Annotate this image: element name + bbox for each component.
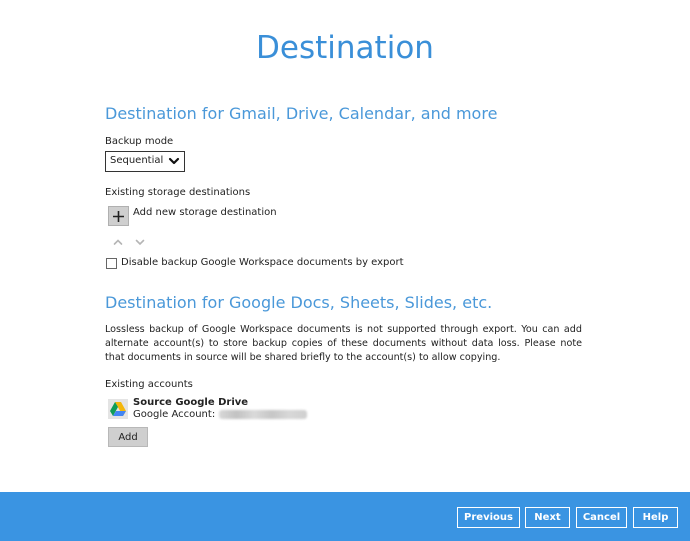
backup-mode-value: Sequential bbox=[110, 155, 164, 166]
google-drive-icon bbox=[108, 399, 128, 419]
next-button[interactable]: Next bbox=[525, 507, 570, 528]
account-prefix: Google Account: bbox=[133, 409, 216, 420]
page-title: Destination bbox=[256, 30, 434, 66]
chevron-down-icon bbox=[168, 157, 180, 165]
redacted-email bbox=[219, 409, 308, 419]
docs-description: Lossless backup of Google Workspace docu… bbox=[105, 324, 582, 363]
existing-accounts-label: Existing accounts bbox=[105, 379, 193, 390]
account-name: Source Google Drive bbox=[133, 397, 249, 408]
disable-export-checkbox[interactable] bbox=[106, 258, 117, 269]
backup-mode-label: Backup mode bbox=[105, 136, 174, 147]
cancel-button[interactable]: Cancel bbox=[576, 507, 627, 528]
account-detail: Google Account: bbox=[133, 409, 308, 420]
add-storage-button[interactable] bbox=[108, 206, 129, 226]
plus-icon bbox=[113, 210, 124, 222]
chevron-down-icon[interactable] bbox=[135, 238, 145, 246]
backup-mode-select[interactable]: Sequential bbox=[105, 151, 185, 172]
previous-button[interactable]: Previous bbox=[457, 507, 520, 528]
disable-export-label[interactable]: Disable backup Google Workspace document… bbox=[121, 257, 404, 268]
add-account-button[interactable]: Add bbox=[108, 427, 148, 447]
help-button[interactable]: Help bbox=[633, 507, 678, 528]
storage-destinations-label: Existing storage destinations bbox=[105, 187, 251, 198]
docs-section-title: Destination for Google Docs, Sheets, Sli… bbox=[105, 293, 493, 312]
chevron-up-icon[interactable] bbox=[113, 238, 123, 246]
add-storage-label[interactable]: Add new storage destination bbox=[133, 207, 277, 218]
gmail-section-title: Destination for Gmail, Drive, Calendar, … bbox=[105, 104, 498, 123]
